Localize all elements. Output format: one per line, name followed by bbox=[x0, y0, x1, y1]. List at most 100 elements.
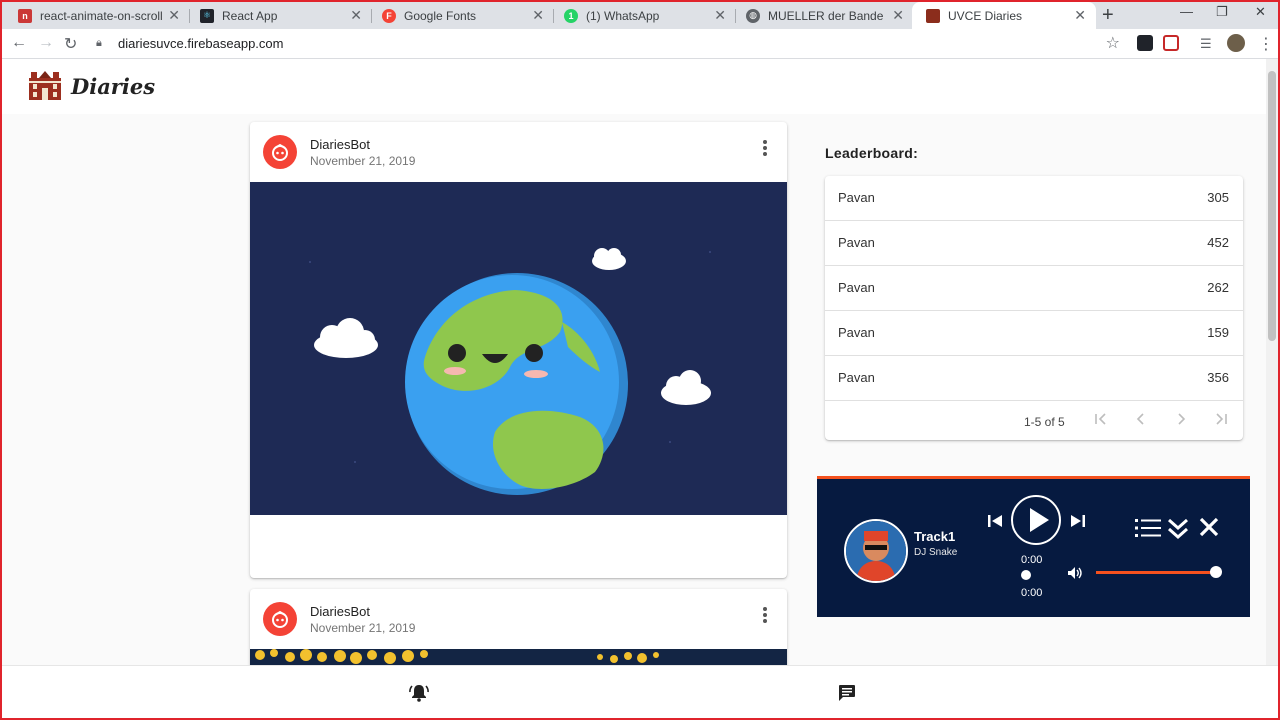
leaderboard-table: Pavan 305 Pavan 452 Pavan 262 Pavan 159 … bbox=[825, 176, 1243, 440]
scrollbar-thumb[interactable] bbox=[1268, 71, 1276, 341]
diaries-icon bbox=[926, 8, 940, 23]
react-devtools-icon[interactable] bbox=[1137, 35, 1153, 51]
volume-slider[interactable] bbox=[1096, 571, 1218, 574]
close-tab-icon[interactable]: ✕ bbox=[892, 7, 904, 24]
close-window-icon[interactable]: ✕ bbox=[1255, 4, 1266, 20]
tab-title: UVCE Diaries bbox=[948, 8, 1023, 23]
close-tab-icon[interactable]: ✕ bbox=[350, 7, 362, 24]
player-name: Pavan bbox=[838, 370, 875, 385]
browser-tab-strip: n react-animate-on-scroll - npm ✕ ⚛ Reac… bbox=[0, 0, 1280, 29]
google-fonts-icon: F bbox=[382, 8, 396, 23]
player-score: 262 bbox=[1207, 280, 1229, 295]
profile-avatar[interactable] bbox=[1227, 34, 1245, 52]
bottom-navigation bbox=[0, 665, 1278, 719]
player-score: 159 bbox=[1207, 325, 1229, 340]
browser-tab[interactable]: F Google Fonts ✕ bbox=[368, 2, 554, 29]
music-player: Track1 DJ Snake 0:00 0:00 bbox=[817, 476, 1250, 617]
forward-icon[interactable]: → bbox=[38, 34, 54, 52]
volume-knob[interactable] bbox=[1210, 566, 1222, 578]
menu-icon[interactable]: ⋮ bbox=[1258, 34, 1274, 54]
diaries-logo[interactable] bbox=[28, 70, 62, 101]
next-page-icon[interactable] bbox=[1174, 412, 1188, 426]
notifications-active-icon[interactable] bbox=[409, 684, 429, 702]
bookmark-star-icon[interactable]: ☆ bbox=[1106, 33, 1120, 53]
previous-page-icon[interactable] bbox=[1134, 412, 1148, 426]
tab-title: (1) WhatsApp bbox=[586, 8, 660, 23]
post-author: DiariesBot bbox=[310, 137, 370, 152]
npm-icon: n bbox=[18, 8, 32, 23]
browser-tab[interactable]: 1 (1) WhatsApp ✕ bbox=[550, 2, 736, 29]
post-date: November 21, 2019 bbox=[310, 154, 416, 168]
collapse-icon[interactable] bbox=[1167, 517, 1189, 541]
browser-tab[interactable]: ◍ MUELLER der Bande Vier ✕ bbox=[732, 2, 914, 29]
brand-title[interactable]: Diaries bbox=[71, 74, 155, 99]
table-row[interactable]: Pavan 262 bbox=[825, 266, 1243, 311]
extension-icon[interactable] bbox=[1163, 35, 1179, 51]
post-card: DiariesBot November 21, 2019 bbox=[250, 122, 787, 578]
play-icon bbox=[1030, 508, 1049, 532]
earth-illustration[interactable] bbox=[250, 182, 787, 515]
address-bar[interactable]: 🔒︎ diariesuvce.firebaseapp.com ☆ bbox=[90, 31, 1130, 55]
react-icon: ⚛ bbox=[200, 8, 214, 23]
current-time: 0:00 bbox=[1021, 554, 1043, 566]
tab-title: MUELLER der Bande Vier bbox=[768, 8, 886, 23]
author-avatar[interactable] bbox=[263, 602, 297, 636]
tab-title: react-animate-on-scroll - npm bbox=[40, 8, 163, 23]
track-artist: DJ Snake bbox=[914, 547, 958, 558]
player-name: Pavan bbox=[838, 235, 875, 250]
player-name: Pavan bbox=[838, 325, 875, 340]
browser-tab[interactable]: ⚛ React App ✕ bbox=[186, 2, 372, 29]
back-icon[interactable]: ← bbox=[11, 34, 27, 52]
more-options-icon[interactable] bbox=[763, 140, 767, 158]
album-cover[interactable] bbox=[844, 519, 908, 583]
close-icon[interactable] bbox=[1199, 517, 1219, 537]
last-page-icon[interactable] bbox=[1214, 412, 1228, 426]
bot-icon bbox=[272, 143, 288, 161]
globe-icon: ◍ bbox=[746, 8, 760, 23]
browser-tab[interactable]: n react-animate-on-scroll - npm ✕ bbox=[4, 2, 190, 29]
player-score: 305 bbox=[1207, 190, 1229, 205]
play-button[interactable] bbox=[1011, 495, 1061, 545]
table-row[interactable]: Pavan 305 bbox=[825, 176, 1243, 221]
tab-title: Google Fonts bbox=[404, 8, 477, 23]
page-scrollbar[interactable] bbox=[1266, 59, 1278, 665]
tab-title: React App bbox=[222, 8, 278, 23]
browser-tab-active[interactable]: UVCE Diaries ✕ bbox=[912, 2, 1096, 29]
leaderboard-title: Leaderboard: bbox=[825, 145, 919, 161]
bot-icon bbox=[272, 610, 288, 628]
close-tab-icon[interactable]: ✕ bbox=[532, 7, 544, 24]
skip-next-icon[interactable] bbox=[1070, 513, 1086, 529]
player-name: Pavan bbox=[838, 190, 875, 205]
more-options-icon[interactable] bbox=[763, 607, 767, 625]
skip-previous-icon[interactable] bbox=[987, 513, 1003, 529]
table-row[interactable]: Pavan 452 bbox=[825, 221, 1243, 266]
app-header: Diaries bbox=[0, 59, 1266, 114]
volume-icon[interactable] bbox=[1067, 565, 1083, 581]
playlist-icon[interactable] bbox=[1135, 517, 1161, 539]
player-score: 452 bbox=[1207, 235, 1229, 250]
reload-icon[interactable]: ↻ bbox=[64, 34, 77, 54]
close-tab-icon[interactable]: ✕ bbox=[168, 7, 180, 24]
url-text: diariesuvce.firebaseapp.com bbox=[118, 35, 284, 51]
whatsapp-icon: 1 bbox=[564, 8, 578, 23]
duration-time: 0:00 bbox=[1021, 587, 1043, 599]
table-row[interactable]: Pavan 356 bbox=[825, 356, 1243, 401]
post-date: November 21, 2019 bbox=[310, 621, 416, 635]
maximize-icon[interactable]: ❐ bbox=[1216, 4, 1228, 20]
player-score: 356 bbox=[1207, 370, 1229, 385]
reading-list-icon[interactable]: ☰ bbox=[1200, 36, 1212, 52]
author-avatar[interactable] bbox=[263, 135, 297, 169]
close-tab-icon[interactable]: ✕ bbox=[1074, 7, 1086, 24]
progress-knob[interactable] bbox=[1021, 570, 1031, 580]
pagination-range: 1-5 of 5 bbox=[1024, 415, 1065, 429]
first-page-icon[interactable] bbox=[1094, 412, 1108, 426]
player-name: Pavan bbox=[838, 280, 875, 295]
new-tab-icon[interactable]: + bbox=[1102, 4, 1114, 27]
minimize-icon[interactable]: — bbox=[1180, 4, 1193, 19]
post-author: DiariesBot bbox=[310, 604, 370, 619]
lock-icon: 🔒︎ bbox=[96, 36, 102, 49]
chat-icon[interactable] bbox=[838, 684, 856, 702]
table-row[interactable]: Pavan 159 bbox=[825, 311, 1243, 356]
close-tab-icon[interactable]: ✕ bbox=[714, 7, 726, 24]
browser-toolbar: ← → ↻ 🔒︎ diariesuvce.firebaseapp.com ☆ ☰… bbox=[0, 29, 1280, 59]
